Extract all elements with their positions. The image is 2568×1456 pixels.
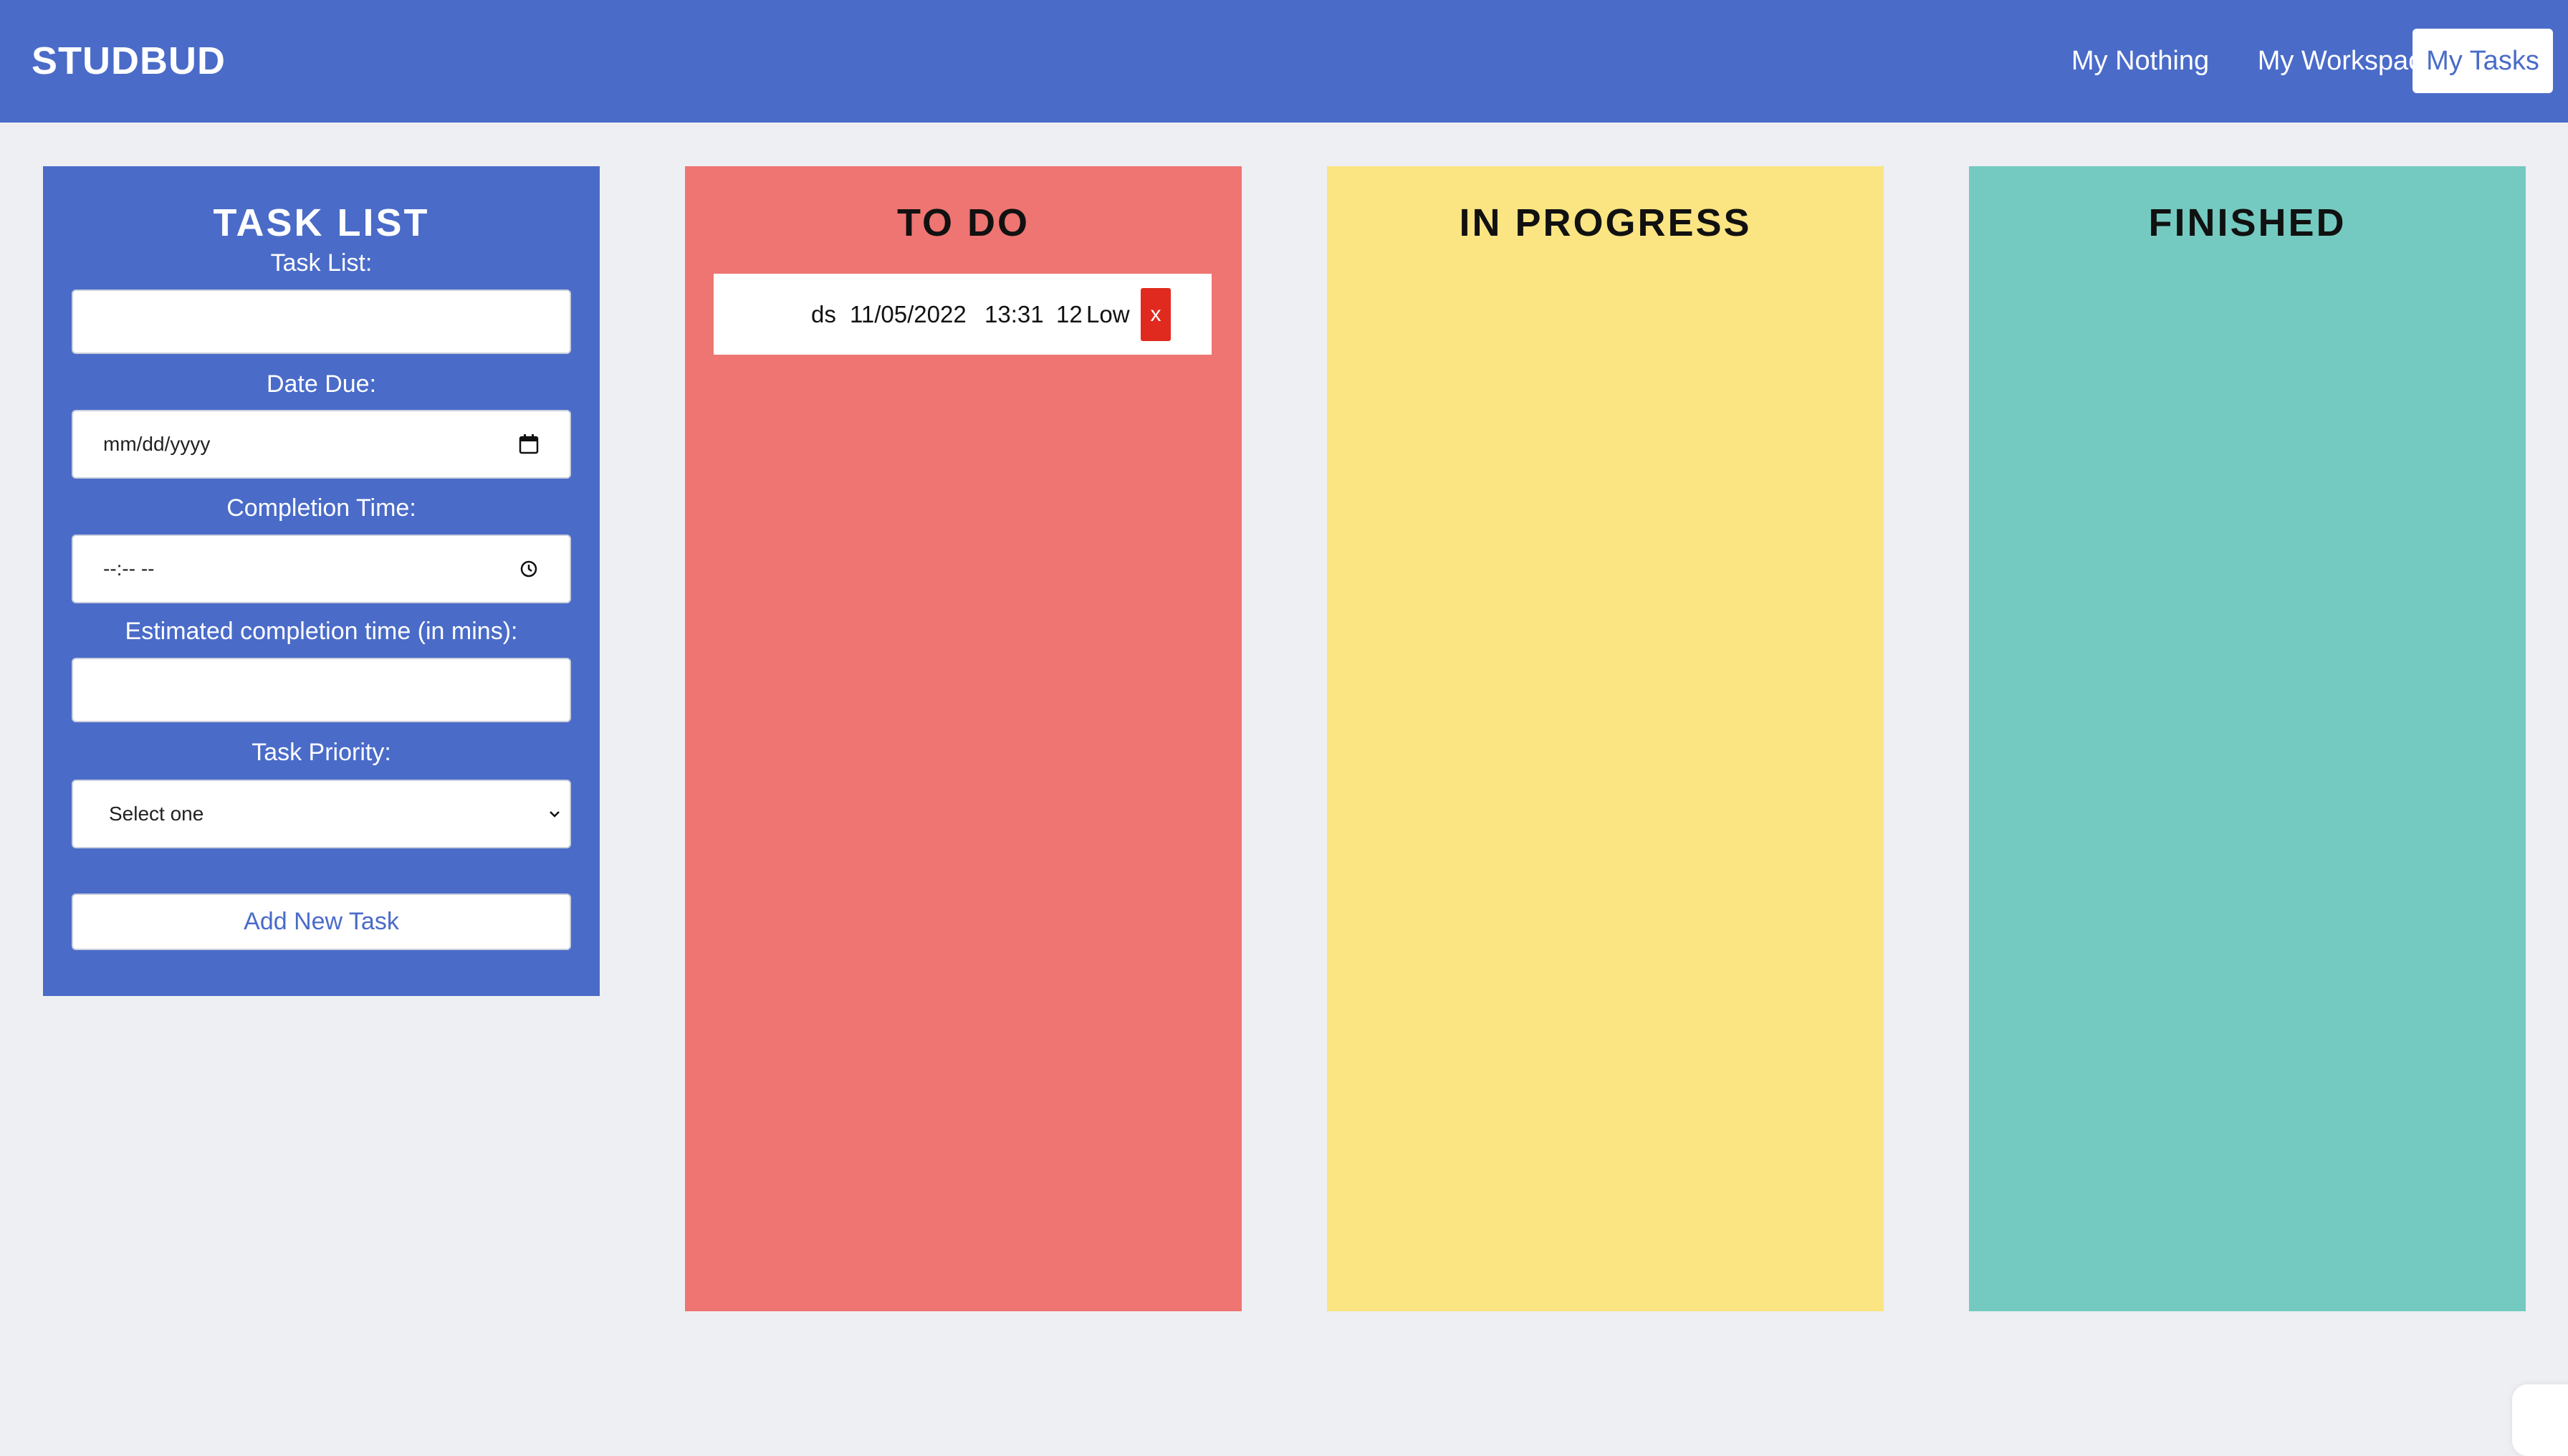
task-form-panel: TASK LIST Task List: Date Due: mm/dd/yyy…	[43, 166, 600, 996]
calendar-icon[interactable]	[518, 434, 540, 455]
task-priority-select[interactable]: Select one	[72, 780, 571, 848]
completion-time-label: Completion Time:	[226, 494, 416, 522]
clock-icon[interactable]	[518, 558, 540, 580]
task-priority: Low	[1086, 301, 1130, 327]
task-name: ds	[811, 301, 836, 327]
delete-task-button[interactable]: x	[1141, 288, 1171, 341]
in-progress-title: IN PROGRESS	[1459, 201, 1752, 244]
finished-title: FINISHED	[2148, 201, 2347, 244]
todo-title: TO DO	[896, 201, 1030, 244]
nav-my-tasks[interactable]: My Tasks	[2413, 29, 2553, 93]
task-priority-selected: Select one	[109, 803, 204, 825]
top-navbar: STUDBUD My Nothing My Workspace My Tasks	[0, 0, 2568, 123]
todo-column: TO DO ds 11/05/2022 13:31 12 Low x	[685, 166, 1242, 1311]
finished-column: FINISHED	[1969, 166, 2526, 1311]
task-name-input[interactable]	[72, 289, 571, 354]
task-completion-time: 13:31	[984, 301, 1044, 327]
chevron-down-icon	[544, 803, 565, 825]
task-name-label: Task List:	[270, 249, 373, 277]
add-new-task-button[interactable]: Add New Task	[72, 894, 571, 950]
task-due-date: 11/05/2022	[850, 301, 967, 327]
task-priority-label: Task Priority:	[251, 739, 391, 766]
completion-time-placeholder: --:-- --	[103, 557, 155, 580]
estimated-time-input[interactable]	[72, 658, 571, 722]
nav-my-nothing[interactable]: My Nothing	[2044, 29, 2237, 93]
brand-logo[interactable]: STUDBUD	[32, 36, 226, 86]
in-progress-column: IN PROGRESS	[1327, 166, 1884, 1311]
corner-widget[interactable]	[2512, 1384, 2568, 1456]
date-due-input[interactable]: mm/dd/yyyy	[72, 410, 571, 479]
task-card[interactable]: ds 11/05/2022 13:31 12 Low x	[714, 274, 1212, 355]
completion-time-input[interactable]: --:-- --	[72, 535, 571, 603]
date-due-label: Date Due:	[266, 370, 377, 398]
date-due-placeholder: mm/dd/yyyy	[103, 433, 211, 455]
task-list-title: TASK LIST	[213, 201, 430, 244]
task-estimated-mins: 12	[1056, 301, 1083, 327]
estimated-time-label: Estimated completion time (in mins):	[125, 618, 518, 645]
